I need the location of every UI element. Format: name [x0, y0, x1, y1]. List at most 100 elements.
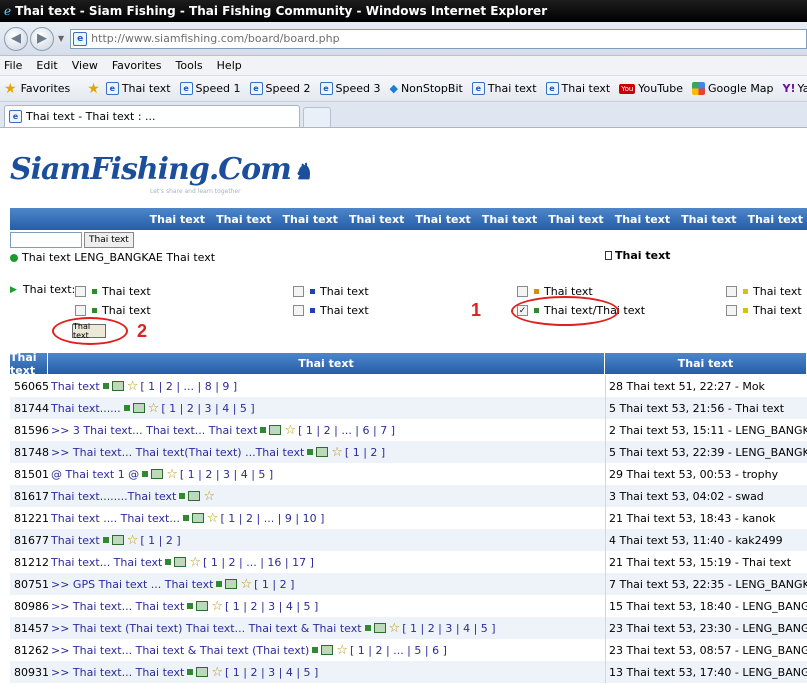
fav-item-7[interactable]: You YouTube [619, 82, 683, 95]
category-sea[interactable]: Thai text [293, 285, 369, 298]
fav-item-0[interactable]: e Thai text [105, 82, 171, 95]
topic-link[interactable]: >> Thai text... Thai text [51, 600, 184, 613]
menu-file[interactable]: File [4, 59, 22, 72]
fav-item-9[interactable]: Y!Yaho [783, 82, 807, 95]
menu-help[interactable]: Help [217, 59, 242, 72]
color-square-icon [310, 289, 315, 294]
nav-shop[interactable]: Thai text [748, 213, 803, 226]
category-equipment[interactable]: Thai text [726, 285, 802, 298]
topic-link[interactable]: >> Thai text... Thai text [51, 666, 184, 679]
topic-id: 80931 [14, 665, 49, 679]
color-square-icon [743, 308, 748, 313]
page-links[interactable]: [ 1 | 2 | ... | 16 | 17 ] [203, 556, 314, 569]
nav-home[interactable]: Thai text [150, 213, 205, 226]
browser-tab-active[interactable]: e Thai text - Thai text : ... [4, 105, 300, 127]
new-post-label: Thai text [615, 249, 671, 262]
category-checkbox[interactable] [75, 305, 86, 316]
fav-item-5[interactable]: e Thai text [471, 82, 537, 95]
category-lure-fishing[interactable]: Thai text [75, 304, 151, 317]
fav-item-8[interactable]: Google Map [692, 82, 774, 95]
category-checkbox[interactable] [75, 286, 86, 297]
topic-link[interactable]: >> Thai text... Thai text & Thai text (T… [51, 644, 309, 657]
login-notice[interactable]: Thai text LENG_BANGKAE Thai text [10, 251, 215, 264]
topic-id: 81596 [14, 423, 49, 437]
image-icon [196, 667, 209, 677]
topic-link[interactable]: Thai text........Thai text [51, 490, 176, 503]
page-links[interactable]: [ 1 | 2 | ... | 8 | 9 ] [140, 380, 237, 393]
nav-review[interactable]: Thai text [283, 213, 338, 226]
category-checkbox[interactable] [293, 305, 304, 316]
topic-link[interactable]: >> GPS Thai text ... Thai text [51, 578, 213, 591]
category-checkbox[interactable] [517, 286, 528, 297]
page-links[interactable]: [ 1 | 2 ] [140, 534, 180, 547]
nav-auction[interactable]: Thai text [349, 213, 404, 226]
topic-link[interactable]: >> Thai text (Thai text) Thai text... Th… [51, 622, 362, 635]
page-links[interactable]: [ 1 | 2 | 3 | 4 | 5 ] [225, 600, 318, 613]
star-icon: ☆ [147, 400, 160, 416]
nav-board[interactable]: Thai text [216, 213, 271, 226]
menu-tools[interactable]: Tools [176, 59, 203, 72]
ie-page-icon: e [249, 82, 263, 95]
topic-id: 56065 [14, 379, 49, 393]
color-square-icon [310, 308, 315, 313]
new-tab-button[interactable] [303, 107, 331, 127]
topic-link[interactable]: @ Thai text 1 @ [51, 468, 139, 481]
favorites-button[interactable]: ★ Favorites [4, 81, 70, 97]
star-icon: ☆ [126, 532, 139, 548]
page-links[interactable]: [ 1 | 2 | ... | 6 | 7 ] [298, 424, 395, 437]
category-checkbox[interactable] [726, 286, 737, 297]
topic-link[interactable]: >> 3 Thai text... Thai text... Thai text [51, 424, 257, 437]
forward-button[interactable]: ▶ [30, 26, 54, 51]
site-logo[interactable]: SiamFishing.Com♞ [10, 152, 313, 187]
fav-item-1[interactable]: e Speed 1 [179, 82, 241, 95]
search-button[interactable]: Thai text [84, 232, 134, 248]
table-row: 56065 Thai text ☆[ 1 | 2 | ... | 8 | 9 ] 28… [10, 375, 807, 397]
fav-item-3[interactable]: e Speed 3 [319, 82, 380, 95]
menu-view[interactable]: View [72, 59, 98, 72]
topic-cell: >> Thai text... Thai text ☆[ 1 | 2 | 3 | … [48, 661, 605, 683]
page-links[interactable]: [ 1 | 2 | 3 | 4 | 5 ] [180, 468, 273, 481]
page-links[interactable]: [ 1 | 2 | ... | 9 | 10 ] [221, 512, 325, 525]
nav-chat-room[interactable]: Thai text [548, 213, 603, 226]
topic-link[interactable]: Thai text [51, 380, 100, 393]
color-square-icon [743, 289, 748, 294]
image-icon [132, 403, 145, 413]
nav-market[interactable]: Thai text [415, 213, 470, 226]
page-links[interactable]: [ 1 | 2 ] [345, 446, 385, 459]
topic-link[interactable]: >> Thai text... Thai text(Thai text) ...… [51, 446, 304, 459]
category-checkbox[interactable] [726, 305, 737, 316]
annotation-ellipse-2 [52, 317, 128, 345]
search-input[interactable] [10, 232, 82, 248]
back-button[interactable]: ◀ [4, 26, 28, 51]
page-links[interactable]: [ 1 | 2 | 3 | 4 | 5 ] [225, 666, 318, 679]
add-favorite-icon[interactable]: ★ [87, 81, 100, 97]
fav-item-4[interactable]: ◆ NonStopBit [389, 82, 462, 95]
new-post-link[interactable]: Thai text [605, 249, 670, 262]
menu-favorites[interactable]: Favorites [112, 59, 162, 72]
page-links[interactable]: [ 1 | 2 | 3 | 4 | 5 ] [161, 402, 254, 415]
topic-cell: @ Thai text 1 @ ☆[ 1 | 2 | 3 | 4 | 5 ] [48, 463, 605, 485]
ie-page-icon: e [471, 82, 485, 95]
category-freshwater[interactable]: Thai text [75, 285, 151, 298]
web-page: SiamFishing.Com♞ Let's share and learn t… [0, 138, 807, 690]
nav-fishing-spots[interactable]: Thai text [681, 213, 736, 226]
page-links[interactable]: [ 1 | 2 ] [254, 578, 294, 591]
category-lure[interactable]: Thai text [726, 304, 802, 317]
fav-item-2[interactable]: e Speed 2 [249, 82, 311, 95]
category-pond-fishing[interactable]: Thai text [293, 304, 369, 317]
page-links[interactable]: [ 1 | 2 | 3 | 4 | 5 ] [402, 622, 495, 635]
page-links[interactable]: [ 1 | 2 | ... | 5 | 6 ] [350, 644, 447, 657]
fav-item-6[interactable]: e Thai text [545, 82, 610, 95]
nav-open-trunk[interactable]: Thai text [482, 213, 537, 226]
topic-link[interactable]: Thai text...... [51, 402, 121, 415]
topic-link[interactable]: Thai text .... Thai text... [51, 512, 180, 525]
nav-boat[interactable]: Thai text [615, 213, 670, 226]
address-bar[interactable]: e http://www.siamfishing.com/board/board… [70, 28, 807, 49]
fav-item-label: NonStopBit [400, 82, 463, 95]
menu-edit[interactable]: Edit [36, 59, 57, 72]
topic-link[interactable]: Thai text [51, 534, 100, 547]
star-icon: ☆ [189, 554, 202, 570]
history-dropdown-icon[interactable]: ▼ [58, 34, 64, 43]
category-checkbox[interactable] [293, 286, 304, 297]
topic-link[interactable]: Thai text... Thai text [51, 556, 162, 569]
